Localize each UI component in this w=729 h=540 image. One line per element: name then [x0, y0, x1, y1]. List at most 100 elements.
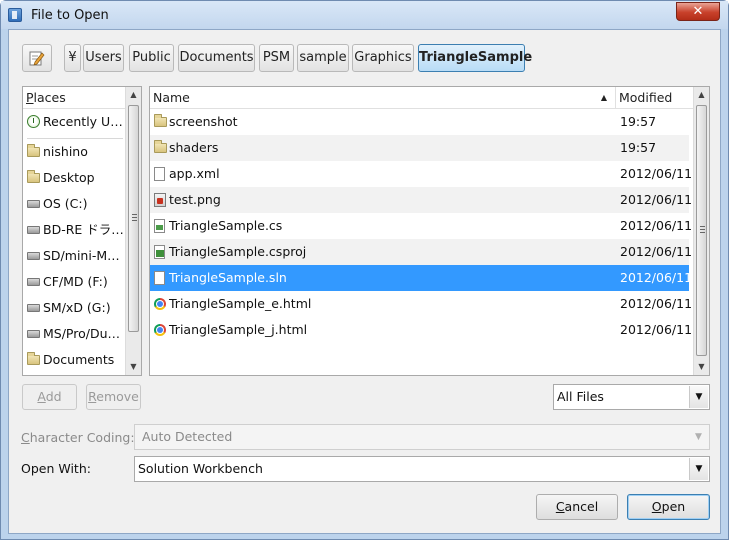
folder-icon: [154, 140, 167, 153]
place-desktop[interactable]: Desktop: [23, 165, 123, 191]
folder-icon: [27, 352, 40, 365]
place-label: Recently U…: [43, 114, 123, 129]
file-name: TriangleSample.csproj: [169, 244, 307, 259]
files-scrollbar[interactable]: ▲ ▼: [693, 87, 709, 375]
add-button[interactable]: Add: [22, 384, 77, 410]
place-label: BD-RE ドラ…: [43, 222, 123, 237]
place-nishino[interactable]: nishino: [23, 139, 123, 165]
file-row[interactable]: app.xml 2012/06/11: [150, 161, 693, 187]
csproj-file-icon: [154, 245, 165, 259]
place-label: MS/Pro/Du…: [43, 326, 121, 341]
scroll-up-icon[interactable]: ▲: [126, 87, 141, 103]
files-panel: Name ▲ Modified ▲ ▼ screenshot 19:57 sha…: [149, 86, 710, 376]
dialog-body: ¥ Users Public Documents PSM sample Grap…: [8, 29, 721, 534]
open-button[interactable]: Open: [627, 494, 710, 520]
file-row[interactable]: test.png 2012/06/11: [150, 187, 692, 213]
window-title: File to Open: [31, 8, 109, 23]
place-label: Desktop: [43, 170, 95, 185]
place-label: OS (C:): [43, 196, 88, 211]
file-name: TriangleSample_e.html: [169, 296, 312, 311]
file-modified: 2012/06/11: [620, 218, 693, 233]
breadcrumb-trianglesample[interactable]: TriangleSample: [418, 44, 532, 72]
title-bar[interactable]: File to Open ✕: [1, 1, 728, 29]
chevron-down-icon[interactable]: ▼: [689, 426, 708, 448]
place-cf[interactable]: CF/MD (F:): [23, 269, 123, 295]
place-label: CF/MD (F:): [43, 274, 108, 289]
file-modified: 2012/06/11: [620, 270, 693, 285]
character-coding-value: Auto Detected: [142, 429, 233, 444]
place-sm[interactable]: SM/xD (G:): [23, 295, 123, 321]
scroll-up-icon[interactable]: ▲: [694, 87, 709, 103]
csharp-file-icon: [154, 219, 165, 233]
drive-icon: [27, 252, 40, 260]
scroll-down-icon[interactable]: ▼: [126, 359, 141, 375]
file-name: TriangleSample_j.html: [169, 322, 308, 337]
scroll-down-icon[interactable]: ▼: [694, 359, 709, 375]
breadcrumb-public[interactable]: Public: [129, 44, 174, 72]
file-row[interactable]: TriangleSample.cs 2012/06/11: [150, 213, 693, 239]
file-row-selected[interactable]: TriangleSample.sln 2012/06/11: [150, 265, 693, 291]
place-recently-used[interactable]: Recently U…: [23, 109, 123, 135]
character-coding-label: Character Coding:: [21, 430, 135, 445]
chrome-icon: [154, 298, 166, 310]
file-filter-value: All Files: [557, 389, 604, 404]
folder-icon: [27, 144, 40, 157]
file-name: screenshot: [169, 114, 238, 129]
places-header[interactable]: Places: [23, 87, 125, 109]
column-header-name[interactable]: Name ▲: [150, 87, 616, 109]
document-icon: [154, 167, 165, 181]
edit-path-button[interactable]: [22, 44, 52, 72]
places-scroll-thumb[interactable]: [128, 105, 139, 332]
file-row[interactable]: shaders 19:57: [150, 135, 689, 161]
app-icon: [8, 8, 22, 22]
open-with-select[interactable]: Solution Workbench ▼: [134, 456, 710, 482]
column-name-label: Name: [153, 90, 190, 105]
breadcrumb-documents[interactable]: Documents: [178, 44, 255, 72]
breadcrumb-graphics[interactable]: Graphics: [352, 44, 414, 72]
file-name: shaders: [169, 140, 219, 155]
image-icon: [154, 193, 166, 207]
file-row[interactable]: TriangleSample_j.html 2012/06/11: [150, 317, 693, 343]
close-button[interactable]: ✕: [676, 2, 720, 21]
places-panel: Places ▲ ▼ Recently U… nishino Desktop O…: [22, 86, 142, 376]
clock-icon: [27, 115, 40, 128]
drive-icon: [27, 278, 40, 286]
sort-ascending-icon: ▲: [600, 93, 607, 102]
breadcrumb-sample[interactable]: sample: [297, 44, 349, 72]
place-label: Documents: [43, 352, 115, 367]
place-sd[interactable]: SD/mini-M…: [23, 243, 123, 269]
document-icon: [154, 271, 165, 285]
chevron-down-icon[interactable]: ▼: [689, 386, 708, 408]
drive-icon: [27, 200, 40, 208]
breadcrumb-psm[interactable]: PSM: [259, 44, 294, 72]
file-modified: 19:57: [620, 140, 657, 155]
place-documents[interactable]: Documents: [23, 347, 123, 373]
file-row[interactable]: screenshot 19:57: [150, 109, 689, 135]
place-label: nishino: [43, 144, 88, 159]
place-ms[interactable]: MS/Pro/Du…: [23, 321, 123, 347]
place-bd-re[interactable]: BD-RE ドラ…: [23, 217, 123, 243]
breadcrumb-root[interactable]: ¥: [64, 44, 81, 72]
file-modified: 2012/06/11: [620, 244, 693, 259]
place-os-c[interactable]: OS (C:): [23, 191, 123, 217]
places-scrollbar[interactable]: ▲ ▼: [125, 87, 141, 375]
file-row[interactable]: TriangleSample_e.html 2012/06/11: [150, 291, 693, 317]
folder-icon: [27, 170, 40, 183]
column-header-modified[interactable]: Modified: [616, 87, 693, 109]
cancel-button[interactable]: Cancel: [536, 494, 618, 520]
breadcrumb-users[interactable]: Users: [83, 44, 124, 72]
pencil-icon: [29, 51, 45, 66]
character-coding-select[interactable]: Auto Detected ▼: [134, 424, 710, 450]
drive-icon: [27, 304, 40, 312]
file-modified: 2012/06/11: [620, 322, 693, 337]
remove-button[interactable]: Remove: [86, 384, 141, 410]
file-filter-select[interactable]: All Files ▼: [553, 384, 710, 410]
chevron-down-icon[interactable]: ▼: [689, 458, 708, 480]
drive-icon: [27, 330, 40, 338]
open-with-value: Solution Workbench: [138, 461, 263, 476]
file-modified: 2012/06/11: [620, 296, 693, 311]
file-name: TriangleSample.sln: [169, 270, 287, 285]
files-scroll-thumb[interactable]: [696, 105, 707, 356]
file-row[interactable]: TriangleSample.csproj 2012/06/11: [150, 239, 693, 265]
file-modified: 2012/06/11: [620, 166, 693, 181]
